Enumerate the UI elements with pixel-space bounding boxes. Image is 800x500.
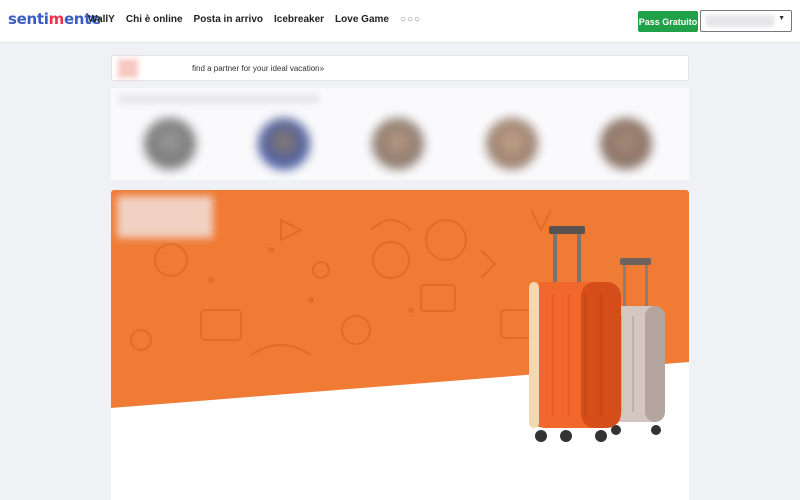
account-dropdown[interactable]: ▼ xyxy=(700,10,792,32)
promo-thumbnail xyxy=(118,59,138,78)
promo-link-text[interactable]: find a partner for your ideal vacation» xyxy=(192,64,324,73)
banner-title-blurred xyxy=(117,196,213,238)
avatar[interactable] xyxy=(486,118,538,170)
avatar[interactable] xyxy=(600,118,652,170)
vacation-banner[interactable] xyxy=(111,190,689,500)
logo-heart: m xyxy=(48,10,65,28)
vacation-promo-card[interactable]: find a partner for your ideal vacation» xyxy=(111,55,689,81)
avatar[interactable] xyxy=(258,118,310,170)
top-navbar: sentimente WallY Chi è online Posta in a… xyxy=(0,0,800,43)
sentimente-logo[interactable]: sentimente xyxy=(8,10,101,28)
avatar[interactable] xyxy=(372,118,424,170)
pass-gratuito-button[interactable]: Pass Gratuito xyxy=(638,11,698,32)
nav-item-chi-e-online[interactable]: Chi è online xyxy=(126,14,183,25)
strip-header-blurred xyxy=(119,94,319,104)
nav-item-icebreaker[interactable]: Icebreaker xyxy=(274,14,324,25)
logo-prefix: senti xyxy=(8,10,49,28)
nav-item-wally[interactable]: WallY xyxy=(88,14,115,25)
main-nav: WallY Chi è online Posta in arrivo Icebr… xyxy=(88,14,421,25)
avatar[interactable] xyxy=(144,118,196,170)
dropdown-value xyxy=(706,15,774,27)
nav-item-posta-in-arrivo[interactable]: Posta in arrivo xyxy=(194,14,263,25)
more-menu-icon[interactable]: ○○○ xyxy=(400,14,421,25)
chevron-down-icon: ▼ xyxy=(778,15,785,22)
nav-item-love-game[interactable]: Love Game xyxy=(335,14,389,25)
